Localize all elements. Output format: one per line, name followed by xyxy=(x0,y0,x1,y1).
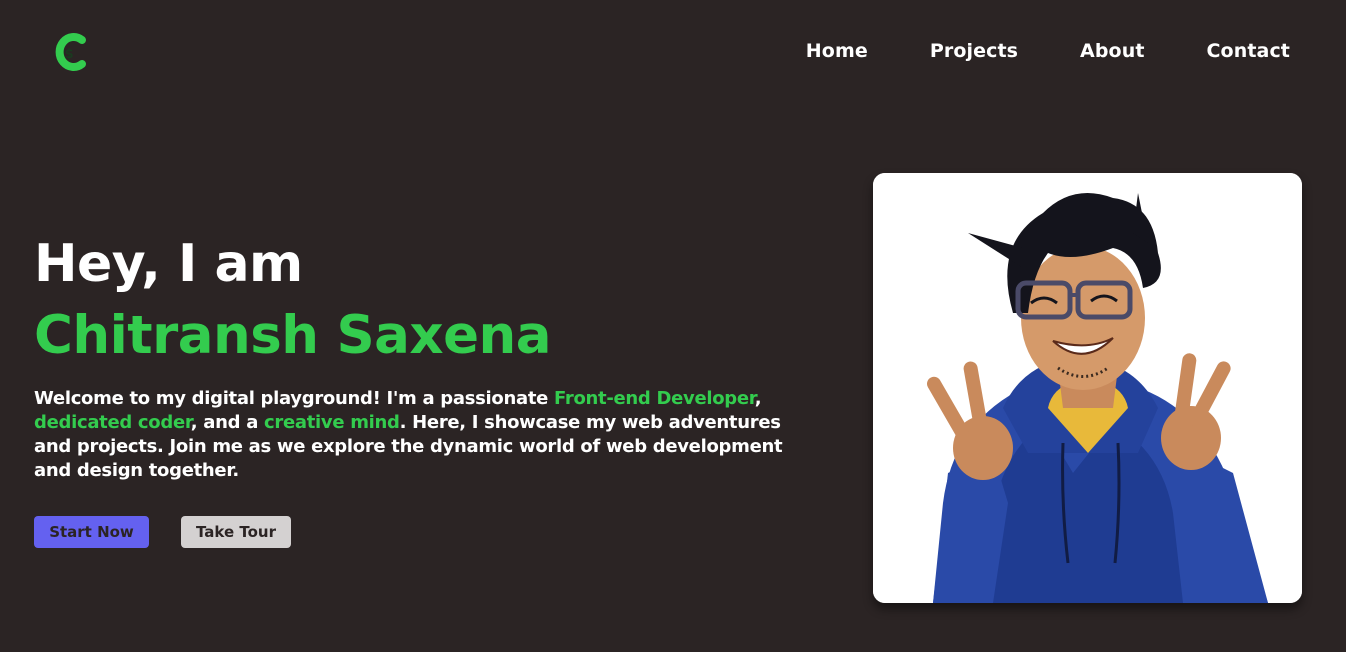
hero-intro: Welcome to my digital playground! I'm a … xyxy=(34,387,804,483)
hero-name: Chitransh Saxena xyxy=(34,305,552,366)
nav-projects[interactable]: Projects xyxy=(930,40,1018,62)
intro-text-2: , xyxy=(754,388,762,409)
start-now-button[interactable]: Start Now xyxy=(34,516,149,548)
hero-greeting: Hey, I am xyxy=(34,234,303,294)
site-logo[interactable]: $ xyxy=(52,30,92,74)
intro-text-3: , and a xyxy=(190,412,265,433)
nav-home[interactable]: Home xyxy=(806,40,868,62)
svg-text:$: $ xyxy=(64,47,73,62)
take-tour-button[interactable]: Take Tour xyxy=(181,516,291,548)
cartoon-portrait-image xyxy=(873,173,1302,603)
nav-about[interactable]: About xyxy=(1080,40,1144,62)
main-nav: Home Projects About Contact xyxy=(806,38,1290,64)
nav-contact[interactable]: Contact xyxy=(1207,40,1290,62)
portrait-card xyxy=(873,173,1302,603)
intro-highlight-coder: dedicated coder xyxy=(34,412,191,433)
c-dollar-logo-icon: $ xyxy=(55,33,86,71)
landing-page: $ Home Projects About Contact Hey, I am … xyxy=(0,0,1346,652)
intro-highlight-creative: creative mind xyxy=(264,412,400,433)
intro-highlight-frontend: Front-end Developer xyxy=(554,388,755,409)
intro-text-1: Welcome to my digital playground! I'm a … xyxy=(34,388,555,409)
